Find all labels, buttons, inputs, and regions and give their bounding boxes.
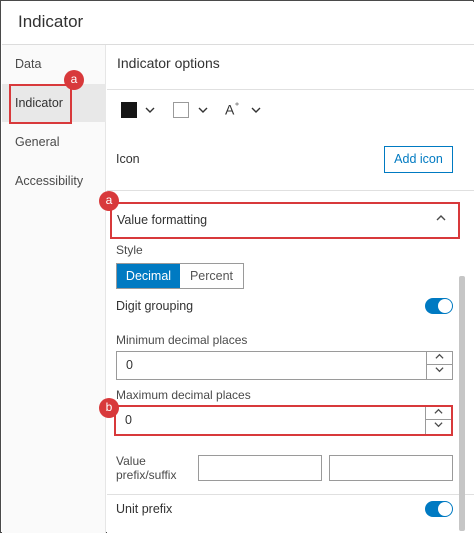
icon-label: Icon — [116, 152, 140, 166]
text-color-swatch[interactable] — [121, 102, 137, 118]
digit-grouping-toggle[interactable] — [425, 298, 453, 314]
chevron-down-icon[interactable] — [198, 102, 208, 121]
value-formatting-label: Value formatting — [117, 213, 208, 227]
annotation-marker-a: a — [99, 191, 119, 211]
min-decimal-stepper: 0 — [116, 351, 453, 380]
sidebar-item-accessibility[interactable]: Accessibility — [2, 162, 106, 200]
toggle-knob — [438, 299, 452, 313]
min-decimal-label: Minimum decimal places — [116, 333, 248, 347]
decrement-icon[interactable] — [426, 420, 451, 433]
increment-icon[interactable] — [426, 407, 451, 420]
min-decimal-value[interactable]: 0 — [126, 358, 133, 372]
increment-icon[interactable] — [427, 352, 452, 365]
prefix-suffix-label: Value prefix/suffix — [116, 454, 177, 482]
chevron-up-icon[interactable] — [436, 213, 446, 226]
sidebar-item-data[interactable]: Data — [2, 45, 106, 83]
stepper-buttons — [425, 407, 451, 434]
divider — [107, 494, 474, 495]
style-option-decimal[interactable]: Decimal — [117, 264, 180, 288]
background-color-swatch[interactable] — [173, 102, 189, 118]
digit-grouping-label: Digit grouping — [116, 299, 194, 313]
main-content: Indicator options A⁺ Icon Add icon Value… — [107, 45, 474, 533]
suffix-input[interactable] — [329, 455, 453, 481]
divider — [107, 190, 474, 191]
section-title: Indicator options — [117, 55, 220, 71]
chevron-down-icon[interactable] — [145, 102, 155, 121]
max-decimal-stepper: 0 — [114, 405, 453, 436]
style-label: Style — [116, 243, 143, 257]
divider — [107, 89, 474, 90]
annotation-highlight-indicator — [9, 84, 72, 124]
decrement-icon[interactable] — [427, 365, 452, 378]
stepper-buttons — [426, 352, 452, 379]
chevron-down-icon[interactable] — [251, 102, 261, 121]
max-decimal-label: Maximum decimal places — [116, 388, 251, 402]
annotation-marker-b: b — [99, 398, 119, 418]
scrollbar[interactable] — [459, 276, 465, 531]
panel-header: Indicator — [2, 2, 474, 45]
max-decimal-value[interactable]: 0 — [125, 413, 132, 427]
unit-prefix-label: Unit prefix — [116, 502, 173, 516]
style-segmented-control: Decimal Percent — [116, 263, 244, 289]
unit-prefix-toggle[interactable] — [425, 501, 453, 517]
font-size-icon[interactable]: A⁺ — [225, 101, 240, 118]
sidebar-item-general[interactable]: General — [2, 123, 106, 161]
add-icon-button[interactable]: Add icon — [384, 146, 453, 173]
value-formatting-header[interactable]: Value formatting — [110, 202, 460, 239]
style-option-percent[interactable]: Percent — [180, 264, 243, 288]
toggle-knob — [438, 502, 452, 516]
indicator-panel: Indicator Data Indicator General Accessi… — [0, 0, 474, 533]
annotation-marker-a: a — [64, 70, 84, 90]
panel-title: Indicator — [18, 12, 84, 31]
prefix-input[interactable] — [198, 455, 322, 481]
